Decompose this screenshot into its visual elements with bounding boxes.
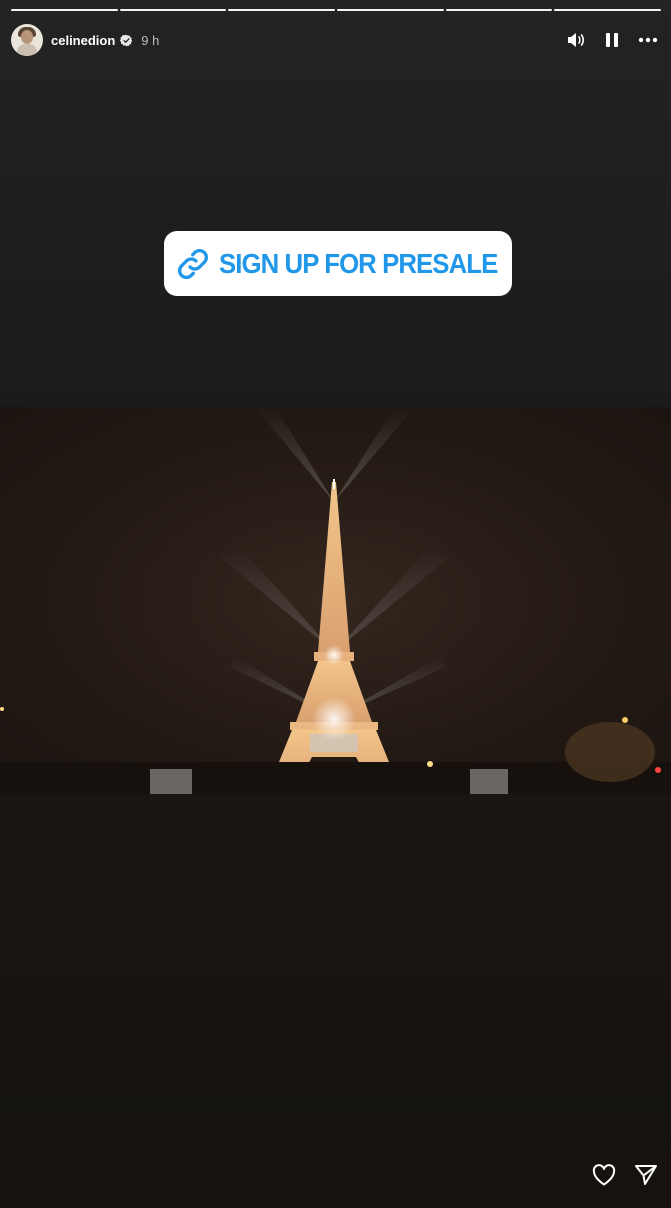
progress-segment [11, 9, 118, 11]
story-background-bottom [0, 794, 671, 1208]
story-header: celinedion 9 h [11, 24, 659, 56]
progress-segment [445, 9, 553, 11]
send-icon[interactable] [633, 1162, 659, 1188]
post-time: 9 h [141, 32, 160, 48]
volume-icon[interactable] [565, 29, 587, 51]
story-background-top [0, 0, 671, 407]
story-progress-bar [11, 9, 662, 12]
presale-link-sticker[interactable]: SIGN UP FOR PRESALE [164, 231, 512, 296]
heart-icon[interactable] [591, 1162, 617, 1188]
progress-segment [119, 9, 227, 11]
more-icon[interactable] [637, 29, 659, 51]
progress-segment [337, 9, 444, 11]
username[interactable]: celinedion [51, 33, 115, 48]
progress-segment [228, 9, 336, 11]
progress-segment [554, 9, 662, 11]
link-icon [177, 248, 208, 279]
verified-badge-icon [120, 34, 133, 46]
eiffel-tower-photo [0, 407, 671, 794]
story-footer [591, 1162, 659, 1188]
pause-icon[interactable] [601, 29, 623, 51]
story-controls [565, 29, 659, 51]
sticker-label: SIGN UP FOR PRESALE [218, 247, 498, 279]
avatar[interactable] [11, 24, 43, 56]
